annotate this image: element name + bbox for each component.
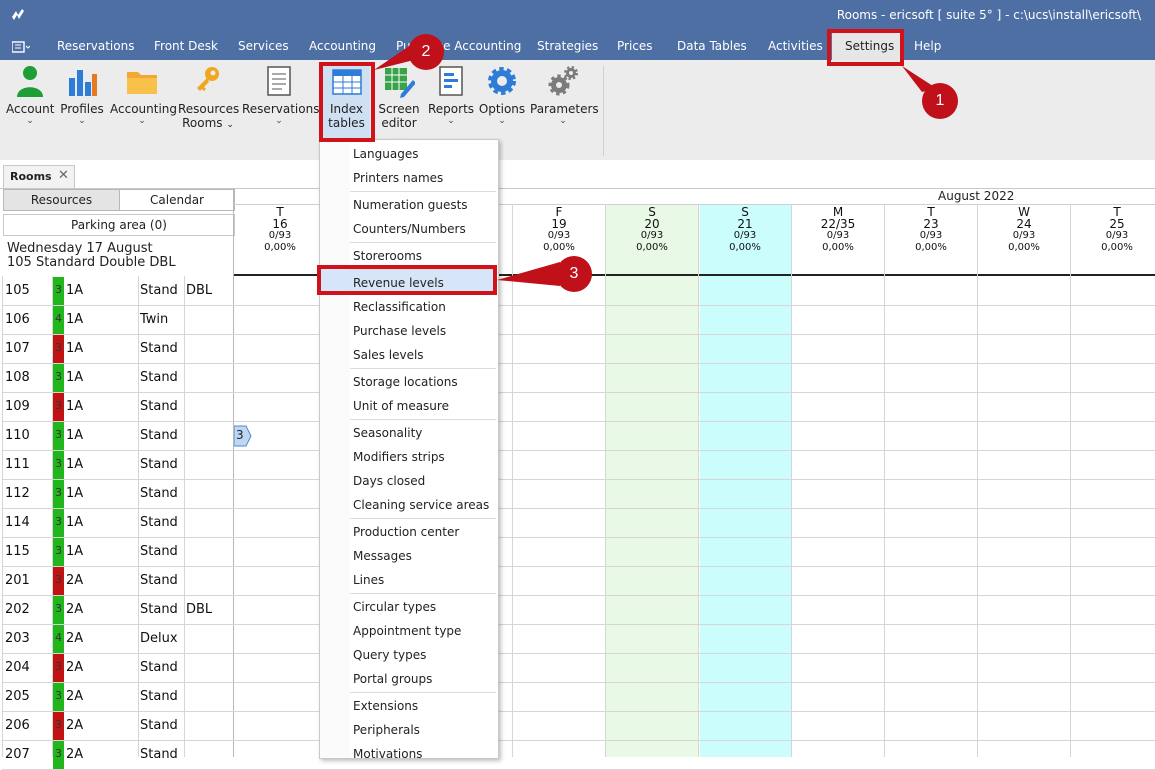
callout-badge-3: 3 — [556, 256, 592, 292]
callout-badge-2: 2 — [408, 34, 444, 70]
callout-pointers — [374, 44, 936, 286]
callout-badge-1: 1 — [922, 83, 958, 119]
